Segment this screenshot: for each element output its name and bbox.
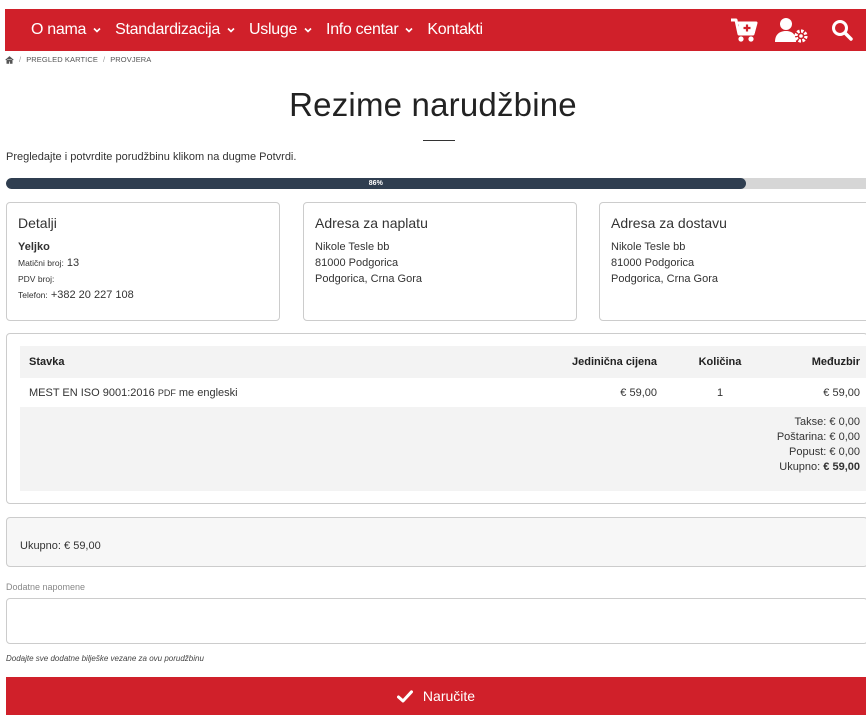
billing-address-card: Adresa za naplatu Nikole Tesle bb 81000 …: [303, 202, 577, 321]
nav-item-info-centar[interactable]: Info centar: [326, 21, 414, 39]
nav-item-label: Info centar: [326, 21, 399, 38]
discount-label: Popust:: [789, 446, 827, 458]
mb-value: 13: [66, 257, 80, 269]
billing-line: 81000 Podgorica: [315, 257, 399, 269]
intro-text: Pregledajte i potvrdite porudžbinu kliko…: [6, 151, 297, 163]
shipping-line: 81000 Podgorica: [611, 257, 695, 269]
breadcrumb-separator: /: [103, 55, 106, 64]
table-header-row: Stavka Jedinična cijena Količina Međuzbi…: [20, 346, 866, 378]
pdv-label: PDV broj:: [18, 274, 55, 284]
shipping-cost-label: Poštarina:: [776, 431, 827, 443]
billing-title: Adresa za naplatu: [315, 215, 428, 231]
tax-line: Takse: € 0,00: [29, 415, 860, 430]
nav-item-o-nama[interactable]: O nama: [31, 21, 102, 39]
user-settings-icon[interactable]: [770, 9, 814, 51]
home-icon[interactable]: [5, 55, 14, 64]
shipping-line: Podgorica, Crna Gora: [611, 273, 718, 285]
nav-item-kontakti[interactable]: Kontakti: [427, 21, 483, 39]
total-line: Ukupno: € 59,00: [29, 460, 860, 475]
item-language: me engleski: [178, 386, 238, 399]
totals-row: Takse: € 0,00 Poštarina: € 0,00 Popust: …: [20, 407, 866, 491]
item-format: PDF: [157, 387, 176, 398]
total-label: Ukupno:: [779, 461, 821, 473]
discount-value: € 0,00: [829, 446, 860, 458]
chevron-down-icon: [405, 27, 413, 33]
discount-line: Popust: € 0,00: [29, 445, 860, 460]
order-items-panel: Stavka Jedinična cijena Količina Međuzbi…: [6, 333, 866, 504]
totals-cell: Takse: € 0,00 Poštarina: € 0,00 Popust: …: [20, 407, 866, 491]
progress-fill: 86%: [6, 178, 746, 189]
tax-value: € 0,00: [829, 416, 860, 428]
breadcrumb-item-provjera: PROVJERA: [110, 55, 152, 64]
item-unit-price: € 59,00: [620, 386, 657, 399]
top-nav: O nama Standardizacija Usluge Info centa…: [5, 9, 866, 51]
header-subtotal: Međuzbir: [774, 346, 866, 378]
nav-icons: [724, 9, 866, 51]
nav-item-usluge[interactable]: Usluge: [249, 21, 313, 39]
check-icon: [396, 689, 413, 703]
shipping-line: Nikole Tesle bb: [611, 241, 686, 253]
page-title: Rezime narudžbine: [289, 86, 577, 123]
header-item: Stavka: [20, 346, 518, 378]
chevron-down-icon: [227, 27, 235, 33]
chevron-down-icon: [93, 27, 101, 33]
item-subtotal: € 59,00: [823, 386, 860, 399]
billing-line: Podgorica, Crna Gora: [315, 273, 422, 285]
shipping-title: Adresa za dostavu: [611, 215, 727, 231]
phone-label: Telefon:: [18, 290, 48, 300]
breadcrumb: / PREGLED KARTICE / PROVJERA: [5, 55, 151, 64]
phone-value: +382 20 227 108: [50, 289, 134, 301]
nav-item-label: Kontakti: [427, 21, 483, 38]
billing-line: Nikole Tesle bb: [315, 241, 390, 253]
item-qty: 1: [716, 386, 724, 399]
details-title: Detalji: [18, 215, 57, 231]
chevron-down-icon: [304, 27, 312, 33]
order-submit-button[interactable]: Naručite: [6, 677, 866, 715]
details-card: Detalji Yeljko Matični broj: 13 PDV broj…: [6, 202, 280, 321]
breadcrumb-separator: /: [19, 55, 22, 64]
nav-item-standardizacija[interactable]: Standardizacija: [115, 21, 236, 39]
title-divider: [423, 140, 455, 141]
header-qty: Količina: [666, 346, 774, 378]
mb-label: Matični broj:: [18, 258, 64, 268]
search-icon[interactable]: [824, 9, 860, 51]
total-value: € 59,00: [823, 461, 860, 473]
nav-item-label: Usluge: [249, 21, 298, 38]
cart-add-icon[interactable]: [724, 9, 764, 51]
shipping-address-card: Adresa za dostavu Nikole Tesle bb 81000 …: [599, 202, 866, 321]
progress-bar: 86%: [6, 178, 866, 189]
nav-item-label: O nama: [31, 21, 87, 38]
order-total-summary: Ukupno: € 59,00: [6, 517, 866, 567]
order-items-table: Stavka Jedinična cijena Količina Međuzbi…: [20, 346, 866, 491]
tax-label: Takse:: [794, 416, 827, 428]
shipping-cost-value: € 0,00: [829, 431, 860, 443]
table-row: MEST EN ISO 9001:2016 PDF me engleski € …: [20, 378, 866, 407]
customer-name: Yeljko: [18, 241, 50, 253]
nav-item-label: Standardizacija: [115, 21, 221, 38]
header-unit-price: Jedinična cijena: [518, 346, 666, 378]
notes-label: Dodatne napomene: [6, 582, 86, 592]
breadcrumb-item-pregled-kartice[interactable]: PREGLED KARTICE: [26, 55, 98, 64]
shipping-cost-line: Poštarina: € 0,00: [29, 430, 860, 445]
notes-help-text: Dodajte sve dodatne bilješke vezane za o…: [6, 654, 204, 663]
submit-label: Naručite: [422, 688, 476, 704]
item-name-cell: MEST EN ISO 9001:2016 PDF me engleski: [20, 378, 518, 407]
notes-textarea[interactable]: [6, 598, 866, 644]
item-name: MEST EN ISO 9001:2016: [29, 386, 155, 399]
progress-label: 86%: [368, 180, 383, 187]
